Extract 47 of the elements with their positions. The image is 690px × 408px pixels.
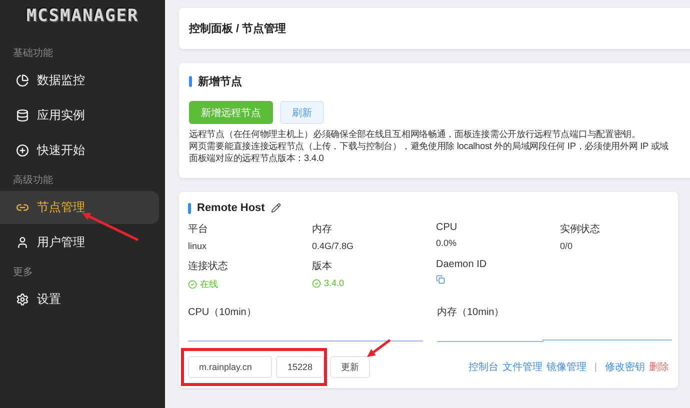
card-title: 新增节点 (198, 74, 242, 89)
stat-value: 3.4.0 (312, 278, 436, 288)
section-title: 高级功能 (12, 174, 54, 188)
title-accent (188, 202, 191, 214)
check-icon (188, 280, 197, 289)
menu-item-icon (16, 201, 29, 214)
stat-label: 内存 (312, 222, 333, 236)
menu-item-icon (16, 74, 29, 87)
menu-item-icon (16, 293, 29, 306)
logo: MCSMANAGER (26, 6, 139, 26)
sidebar-item[interactable]: 节点管理 (0, 191, 159, 224)
check-icon (312, 278, 321, 288)
breadcrumb: 控制面板 / 节点管理 (189, 22, 288, 36)
stat-label: CPU (436, 222, 458, 233)
sidebar-item[interactable]: 快速开始 (0, 134, 159, 167)
sidebar-item[interactable]: 用户管理 (0, 226, 159, 259)
chart-title: 内存（10min） (437, 306, 506, 319)
chart-title: CPU（10min） (188, 306, 258, 319)
copy-icon[interactable] (436, 275, 445, 284)
stat-label: 平台 (188, 222, 209, 236)
stat-value: 在线 (188, 278, 312, 291)
stat-value: 0.4G/7.8G (312, 241, 355, 251)
edit-icon[interactable] (270, 203, 281, 213)
card-title: Remote Host (197, 202, 265, 214)
menu-item-icon (16, 236, 29, 249)
address-field[interactable]: m.rainplay.cn (188, 356, 272, 378)
port-field[interactable]: 15228 (276, 356, 324, 378)
update-button[interactable]: 更新 (330, 356, 370, 378)
sidebar-item[interactable]: 数据监控 (0, 64, 159, 97)
note-text: 面板端对应的远程节点版本：3.4.0 (189, 152, 324, 164)
menu-item-icon (16, 144, 29, 157)
stat-label: Daemon ID (436, 259, 488, 270)
note-text: 远程节点（在任何物理主机上）必须确保全部在线且互相网络畅通，面板连接需公开放行远程节点端口与配置密钥。 (189, 128, 640, 140)
section-title: 基础功能 (12, 46, 54, 61)
menu-item-icon (16, 109, 29, 122)
separator: | (594, 362, 597, 372)
stat-value: 0.0% (436, 238, 458, 248)
stat-label: 版本 (312, 260, 333, 273)
section-title: 更多 (12, 266, 34, 280)
note-text: 网页需要能直接连接远程节点（上传，下载与控制台），避免使用除 localhost 外的局域网段任何 IP，必须使用外网 IP 或域 (189, 140, 668, 152)
sidebar-item[interactable]: 应用实例 (0, 99, 159, 132)
stat-label: 实例状态 (560, 222, 601, 236)
stat-label: 连接状态 (188, 260, 229, 273)
stat-value: 0/0 (560, 241, 574, 251)
sidebar-item[interactable]: 设置 (0, 283, 159, 316)
title-accent (189, 76, 192, 87)
stat-value: linux (188, 241, 208, 251)
